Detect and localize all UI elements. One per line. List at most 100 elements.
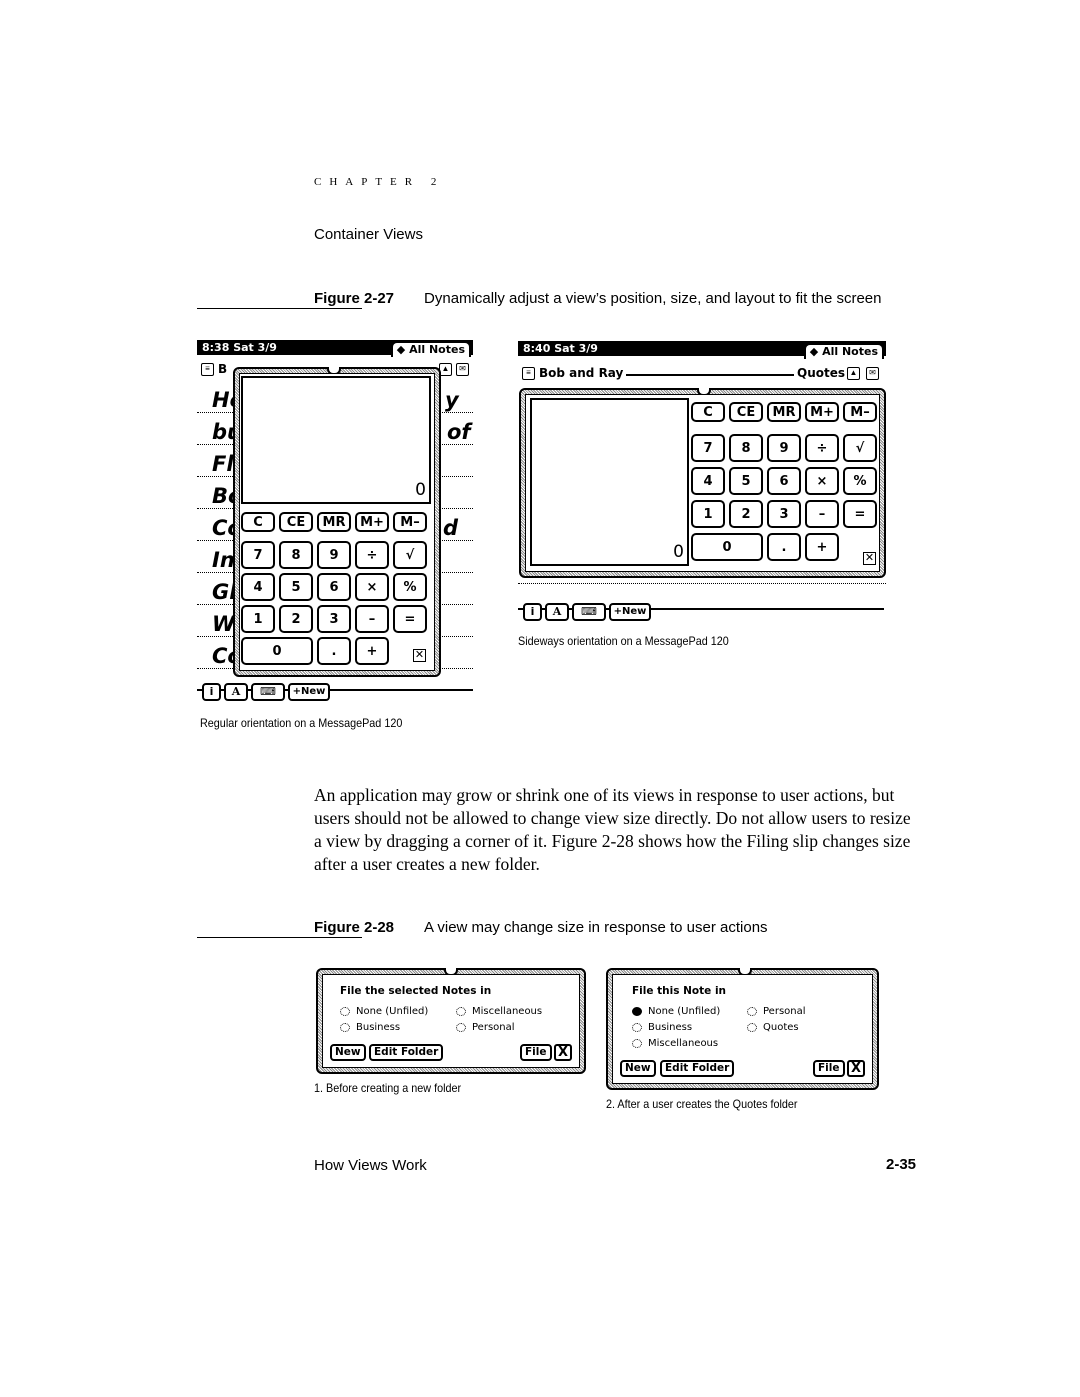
figure-caption: A view may change size in response to us… [424,919,768,936]
radio-personal[interactable]: Personal [747,1006,806,1017]
radio-business[interactable]: Business [632,1022,692,1033]
folder-tab[interactable]: ◆ All Notes [803,343,884,359]
key-subtract[interactable]: – [355,605,389,633]
close-box-icon[interactable]: ✕ [413,649,426,662]
key-percent[interactable]: % [843,467,877,495]
key-7[interactable]: 7 [691,434,725,462]
key-divide[interactable]: ÷ [805,434,839,462]
key-3[interactable]: 3 [317,605,351,633]
key-1[interactable]: 1 [241,605,275,633]
radio-miscellaneous[interactable]: Miscellaneous [456,1006,542,1017]
key-9[interactable]: 9 [317,541,351,569]
title-rule [626,374,794,376]
key-8[interactable]: 8 [729,434,763,462]
info-button[interactable]: i [202,683,221,701]
key-clear[interactable]: C [691,402,725,422]
key-clear-entry[interactable]: CE [279,512,313,532]
key-add[interactable]: + [805,533,839,561]
radio-quotes[interactable]: Quotes [747,1022,799,1033]
file-button[interactable]: File [813,1060,845,1077]
key-3[interactable]: 3 [767,500,801,528]
key-multiply[interactable]: × [355,573,389,601]
ruled-line [518,583,886,584]
figure-number: Figure 2-27 [314,290,395,307]
key-add[interactable]: + [355,637,389,665]
key-clear[interactable]: C [241,512,275,532]
key-equals[interactable]: = [393,605,427,633]
figure-number: Figure 2-28 [314,919,395,936]
key-sqrt[interactable]: √ [393,541,427,569]
key-0[interactable]: 0 [691,533,763,561]
status-time: 8:38 Sat 3/9 [202,341,277,354]
key-memory-minus[interactable]: M– [843,402,877,422]
note-icon[interactable]: ≡ [522,367,535,380]
key-clear-entry[interactable]: CE [729,402,763,422]
key-memory-recall[interactable]: MR [767,402,801,422]
edit-folder-button[interactable]: Edit Folder [369,1044,444,1061]
styles-button[interactable]: A [224,683,248,701]
envelope-icon[interactable]: ✉ [866,367,879,380]
key-memory-plus[interactable]: M+ [805,402,839,422]
key-5[interactable]: 5 [729,467,763,495]
handwriting: W [212,612,236,636]
key-2[interactable]: 2 [729,500,763,528]
close-box-icon[interactable]: ✕ [863,552,876,565]
key-equals[interactable]: = [843,500,877,528]
key-memory-minus[interactable]: M– [393,512,427,532]
key-7[interactable]: 7 [241,541,275,569]
key-percent[interactable]: % [393,573,427,601]
radio-business[interactable]: Business [340,1022,400,1033]
figure-rule [197,308,362,309]
key-divide[interactable]: ÷ [355,541,389,569]
key-sqrt[interactable]: √ [843,434,877,462]
radio-label: Miscellaneous [648,1038,719,1049]
after-caption: 2. After a user creates the Quotes folde… [606,1097,798,1111]
key-0[interactable]: 0 [241,637,313,665]
radio-none-unfiled[interactable]: None (Unfiled) [340,1006,428,1017]
key-6[interactable]: 6 [317,573,351,601]
radio-icon [340,1023,350,1032]
key-6[interactable]: 6 [767,467,801,495]
radio-none-unfiled[interactable]: None (Unfiled) [632,1006,720,1017]
key-subtract[interactable]: – [805,500,839,528]
keyboard-button[interactable]: ⌨ [251,683,285,701]
body-paragraph: An application may grow or shrink one of… [314,785,911,874]
key-multiply[interactable]: × [805,467,839,495]
note-title: B [218,362,228,376]
new-folder-button[interactable]: New [330,1044,366,1061]
styles-button[interactable]: A [545,603,569,621]
new-button[interactable]: +New [288,683,330,701]
radio-miscellaneous[interactable]: Miscellaneous [632,1038,718,1049]
file-button[interactable]: File [520,1044,552,1061]
key-5[interactable]: 5 [279,573,313,601]
folder-up-icon[interactable]: ▲ [847,367,860,380]
calculator-slip: 0 C CE MR M+ M– 7 8 9 ÷ √ 4 5 6 × % 1 2 … [519,388,886,578]
key-1[interactable]: 1 [691,500,725,528]
key-memory-recall[interactable]: MR [317,512,351,532]
handwriting: of [447,420,471,444]
key-memory-plus[interactable]: M+ [355,512,389,532]
figure-27-label: Figure 2-27 Dynamically adjust a view’s p… [314,290,881,307]
footer-section: How Views Work [314,1157,427,1174]
note-icon[interactable]: ≡ [201,363,214,376]
key-8[interactable]: 8 [279,541,313,569]
key-2[interactable]: 2 [279,605,313,633]
figure-caption: Dynamically adjust a view’s position, si… [424,290,882,307]
key-4[interactable]: 4 [241,573,275,601]
envelope-icon[interactable]: ✉ [456,363,469,376]
new-button[interactable]: +New [609,603,651,621]
key-4[interactable]: 4 [691,467,725,495]
sideways-screen: 8:40 Sat 3/9 ◆ All Notes ≡ Bob and Ray Q… [518,341,888,631]
key-9[interactable]: 9 [767,434,801,462]
keyboard-button[interactable]: ⌨ [572,603,606,621]
filing-slip-before: File the selected Notes in None (Unfiled… [316,968,586,1074]
close-button[interactable]: X [847,1060,865,1077]
key-decimal[interactable]: . [317,637,351,665]
radio-personal[interactable]: Personal [456,1022,515,1033]
new-folder-button[interactable]: New [620,1060,656,1077]
folder-tab[interactable]: ◆ All Notes [390,341,471,357]
info-button[interactable]: i [523,603,542,621]
edit-folder-button[interactable]: Edit Folder [660,1060,735,1077]
key-decimal[interactable]: . [767,533,801,561]
close-button[interactable]: X [554,1044,572,1061]
